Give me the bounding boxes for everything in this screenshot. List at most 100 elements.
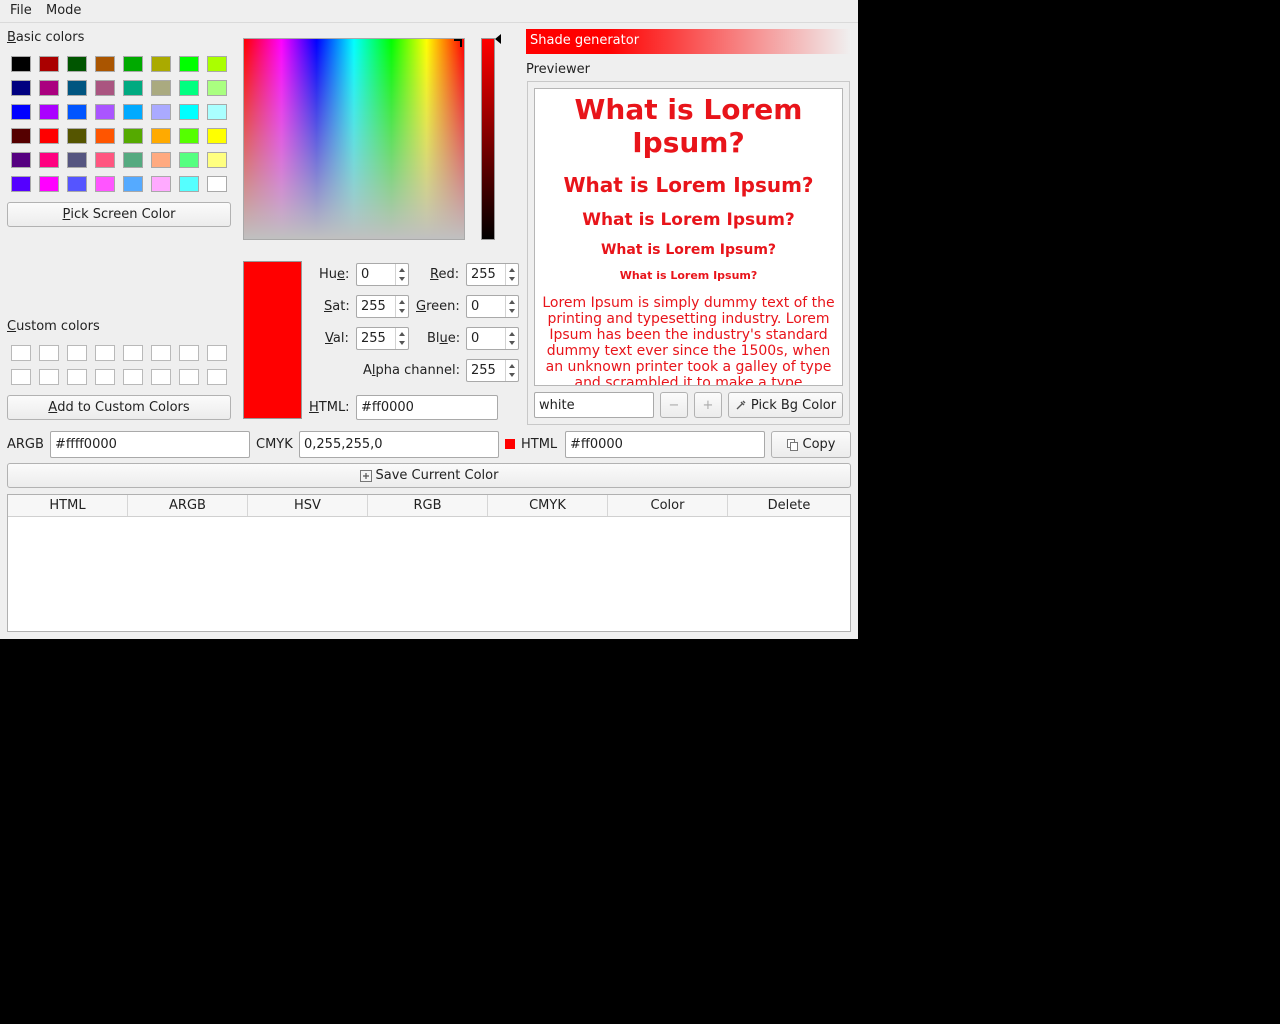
- table-column-header[interactable]: ARGB: [128, 495, 248, 516]
- argb-input[interactable]: #ffff0000: [50, 431, 250, 458]
- save-current-color-label: Save Current Color: [375, 468, 499, 483]
- menu-file[interactable]: File: [10, 3, 32, 18]
- basic-color-swatch[interactable]: [207, 104, 227, 120]
- custom-color-swatch[interactable]: [207, 369, 227, 385]
- table-column-header[interactable]: CMYK: [488, 495, 608, 516]
- custom-color-swatch[interactable]: [151, 345, 171, 361]
- saved-colors-table[interactable]: HTML ARGB HSV RGB CMYK Color Delete: [7, 494, 851, 632]
- basic-color-swatch[interactable]: [123, 128, 143, 144]
- basic-color-swatch[interactable]: [123, 104, 143, 120]
- basic-color-swatch[interactable]: [67, 128, 87, 144]
- basic-color-swatch[interactable]: [67, 104, 87, 120]
- basic-color-swatch[interactable]: [39, 176, 59, 192]
- basic-color-swatch[interactable]: [95, 80, 115, 96]
- basic-color-swatch[interactable]: [95, 56, 115, 72]
- basic-color-swatch[interactable]: [123, 80, 143, 96]
- custom-color-swatch[interactable]: [123, 369, 143, 385]
- value-slider-handle-icon[interactable]: [495, 34, 501, 44]
- save-current-color-button[interactable]: Save Current Color: [7, 463, 851, 488]
- custom-color-swatch[interactable]: [67, 345, 87, 361]
- custom-color-swatch[interactable]: [207, 345, 227, 361]
- basic-color-swatch[interactable]: [179, 128, 199, 144]
- basic-color-swatch[interactable]: [95, 104, 115, 120]
- html-format-input[interactable]: #ff0000: [565, 431, 765, 458]
- basic-color-swatch[interactable]: [151, 176, 171, 192]
- custom-color-swatch[interactable]: [11, 369, 31, 385]
- preview-bg-input[interactable]: white: [534, 392, 654, 418]
- hue-spinbox[interactable]: 0: [356, 263, 409, 286]
- basic-color-swatch[interactable]: [95, 152, 115, 168]
- hue-saturation-spectrum[interactable]: [243, 38, 465, 240]
- preview-heading-1: What is Lorem Ipsum?: [574, 93, 803, 159]
- basic-color-swatch[interactable]: [207, 152, 227, 168]
- html-input[interactable]: #ff0000: [356, 395, 498, 420]
- basic-color-swatch[interactable]: [95, 128, 115, 144]
- custom-color-swatch[interactable]: [151, 369, 171, 385]
- custom-color-swatch[interactable]: [179, 369, 199, 385]
- custom-color-swatch[interactable]: [39, 345, 59, 361]
- basic-color-swatch[interactable]: [39, 128, 59, 144]
- basic-color-swatch[interactable]: [151, 104, 171, 120]
- basic-color-swatch[interactable]: [179, 176, 199, 192]
- basic-color-swatch[interactable]: [39, 56, 59, 72]
- basic-color-swatch[interactable]: [207, 80, 227, 96]
- basic-color-swatch[interactable]: [11, 128, 31, 144]
- menu-mode[interactable]: Mode: [46, 3, 81, 18]
- basic-color-swatch[interactable]: [11, 56, 31, 72]
- basic-color-swatch[interactable]: [151, 152, 171, 168]
- cmyk-input[interactable]: 0,255,255,0: [299, 431, 499, 458]
- blue-spinbox[interactable]: 0: [466, 327, 519, 350]
- zoom-out-button[interactable]: −: [660, 392, 688, 418]
- basic-color-swatch[interactable]: [11, 152, 31, 168]
- pick-screen-color-button[interactable]: Pick Screen Color: [7, 202, 231, 227]
- basic-color-swatch[interactable]: [39, 152, 59, 168]
- table-column-header[interactable]: HSV: [248, 495, 368, 516]
- basic-color-swatch[interactable]: [179, 104, 199, 120]
- custom-color-swatch[interactable]: [95, 345, 115, 361]
- basic-color-swatch[interactable]: [151, 80, 171, 96]
- sat-spinbox[interactable]: 255: [356, 295, 409, 318]
- custom-color-swatch[interactable]: [179, 345, 199, 361]
- basic-color-swatch[interactable]: [39, 80, 59, 96]
- red-spinbox[interactable]: 255: [466, 263, 519, 286]
- basic-color-swatch[interactable]: [179, 56, 199, 72]
- basic-color-swatch[interactable]: [151, 128, 171, 144]
- basic-color-swatch[interactable]: [67, 56, 87, 72]
- basic-color-swatch[interactable]: [207, 176, 227, 192]
- value-slider[interactable]: [481, 38, 495, 240]
- basic-color-swatch[interactable]: [123, 176, 143, 192]
- table-column-header[interactable]: RGB: [368, 495, 488, 516]
- basic-color-swatch[interactable]: [123, 56, 143, 72]
- spectrum-crosshair-icon[interactable]: [454, 39, 462, 47]
- zoom-in-button[interactable]: +: [694, 392, 722, 418]
- custom-color-swatch[interactable]: [39, 369, 59, 385]
- table-column-header[interactable]: HTML: [8, 495, 128, 516]
- basic-color-swatch[interactable]: [67, 176, 87, 192]
- custom-color-swatch[interactable]: [11, 345, 31, 361]
- table-column-header[interactable]: Color: [608, 495, 728, 516]
- basic-color-swatch[interactable]: [207, 128, 227, 144]
- table-column-header[interactable]: Delete: [728, 495, 850, 516]
- basic-color-swatch[interactable]: [123, 152, 143, 168]
- shade-generator-bar[interactable]: Shade generator: [526, 29, 851, 54]
- basic-color-swatch[interactable]: [11, 104, 31, 120]
- green-spinbox[interactable]: 0: [466, 295, 519, 318]
- custom-color-swatch[interactable]: [67, 369, 87, 385]
- basic-color-swatch[interactable]: [151, 56, 171, 72]
- basic-color-swatch[interactable]: [67, 80, 87, 96]
- basic-color-swatch[interactable]: [67, 152, 87, 168]
- custom-color-swatch[interactable]: [123, 345, 143, 361]
- basic-color-swatch[interactable]: [95, 176, 115, 192]
- pick-bg-color-button[interactable]: Pick Bg Color: [728, 392, 843, 418]
- basic-color-swatch[interactable]: [179, 80, 199, 96]
- custom-color-swatch[interactable]: [95, 369, 115, 385]
- val-spinbox[interactable]: 255: [356, 327, 409, 350]
- copy-button[interactable]: Copy: [771, 431, 851, 458]
- basic-color-swatch[interactable]: [11, 176, 31, 192]
- basic-color-swatch[interactable]: [207, 56, 227, 72]
- basic-color-swatch[interactable]: [39, 104, 59, 120]
- basic-color-swatch[interactable]: [179, 152, 199, 168]
- basic-color-swatch[interactable]: [11, 80, 31, 96]
- add-to-custom-colors-button[interactable]: Add to Custom Colors: [7, 395, 231, 420]
- alpha-spinbox[interactable]: 255: [466, 359, 519, 382]
